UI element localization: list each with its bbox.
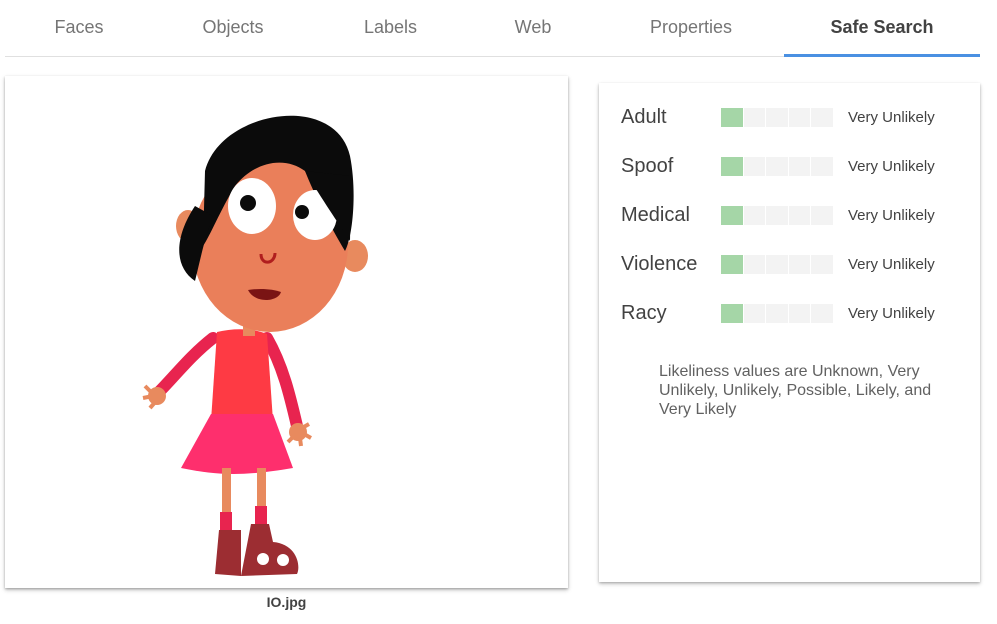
meter-segment-empty xyxy=(743,205,766,225)
meter-segment-empty xyxy=(811,254,833,274)
meter-segment-empty xyxy=(811,107,833,127)
tab-web[interactable]: Web xyxy=(468,0,598,55)
likelihood-meter xyxy=(721,303,833,323)
likelihood-meter xyxy=(721,205,833,225)
category-label: Spoof xyxy=(621,154,674,177)
meter-segment-filled xyxy=(721,205,743,225)
likelihood-meter xyxy=(721,254,833,274)
likelihood-text: Very Unlikely xyxy=(848,304,935,322)
meter-segment-filled xyxy=(721,107,743,127)
image-preview xyxy=(5,76,568,588)
meter-segment-empty xyxy=(743,107,766,127)
image-filename: IO.jpg xyxy=(266,594,307,610)
safe-search-row-violence: Violence Very Unlikely xyxy=(621,249,971,279)
meter-segment-empty xyxy=(766,254,788,274)
safe-search-row-adult: Adult Very Unlikely xyxy=(621,102,971,132)
likelihood-text: Very Unlikely xyxy=(848,108,935,126)
meter-segment-filled xyxy=(721,303,743,323)
tab-labels[interactable]: Labels xyxy=(313,0,468,55)
tab-objects[interactable]: Objects xyxy=(153,0,313,55)
cartoon-girl-illustration xyxy=(142,115,368,576)
likelihood-meter xyxy=(721,156,833,176)
meter-segment-empty xyxy=(788,254,811,274)
meter-segment-empty xyxy=(788,205,811,225)
meter-segment-filled xyxy=(721,156,743,176)
meter-segment-empty xyxy=(766,205,788,225)
category-label: Medical xyxy=(621,203,690,226)
safe-search-panel: Adult Very Unlikely Spoof Very Unlikely … xyxy=(599,83,980,582)
tab-safe-search[interactable]: Safe Search xyxy=(784,0,980,57)
meter-segment-empty xyxy=(811,156,833,176)
likelihood-text: Very Unlikely xyxy=(848,157,935,175)
safe-search-row-medical: Medical Very Unlikely xyxy=(621,200,971,230)
safe-search-row-spoof: Spoof Very Unlikely xyxy=(621,151,971,181)
meter-segment-filled xyxy=(721,254,743,274)
likelihood-text: Very Unlikely xyxy=(848,255,935,273)
meter-segment-empty xyxy=(788,156,811,176)
category-label: Adult xyxy=(621,105,667,128)
meter-segment-empty xyxy=(766,156,788,176)
tab-properties[interactable]: Properties xyxy=(598,0,784,55)
meter-segment-empty xyxy=(743,303,766,323)
meter-segment-empty xyxy=(788,107,811,127)
meter-segment-empty xyxy=(788,303,811,323)
category-label: Racy xyxy=(621,301,667,324)
tab-bar: Faces Objects Labels Web Properties Safe… xyxy=(5,0,980,57)
meter-segment-empty xyxy=(811,205,833,225)
meter-segment-empty xyxy=(766,303,788,323)
meter-segment-empty xyxy=(743,254,766,274)
tab-faces[interactable]: Faces xyxy=(5,0,153,55)
category-label: Violence xyxy=(621,252,698,275)
likelihood-meter xyxy=(721,107,833,127)
likelihood-text: Very Unlikely xyxy=(848,206,935,224)
likelihood-legend-note: Likeliness values are Unknown, Very Unli… xyxy=(659,363,932,418)
meter-segment-empty xyxy=(743,156,766,176)
meter-segment-empty xyxy=(766,107,788,127)
safe-search-row-racy: Racy Very Unlikely xyxy=(621,298,971,328)
meter-segment-empty xyxy=(811,303,833,323)
